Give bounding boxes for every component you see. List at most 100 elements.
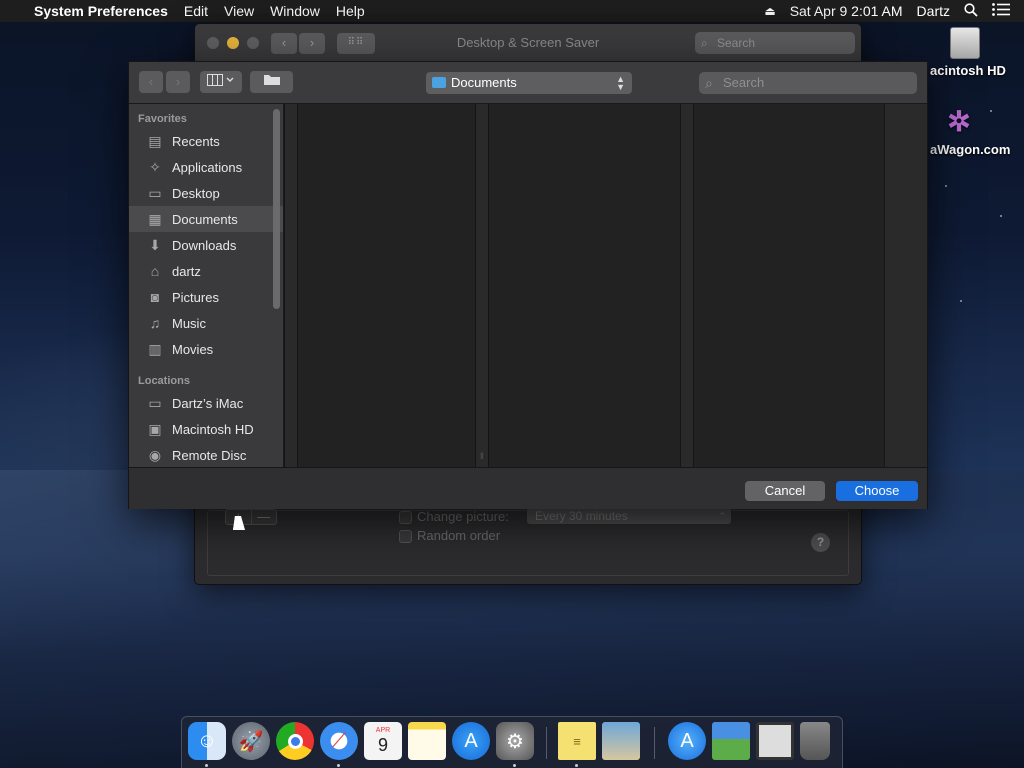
sidebar-item-label: Pictures <box>172 289 219 305</box>
calendar-month: APR <box>375 727 391 734</box>
sidebar-item-recents[interactable]: ▤ Recents <box>129 128 283 154</box>
sidebar-item-label: Dartz’s iMac <box>172 395 244 411</box>
menu-help[interactable]: Help <box>328 3 373 19</box>
sidebar-item-pictures[interactable]: ◙ Pictures <box>129 284 283 310</box>
help-button[interactable]: ? <box>811 533 830 552</box>
column-browser: ‖ <box>284 104 927 467</box>
imac-icon: ▭ <box>148 394 162 411</box>
hard-drive-icon <box>950 27 980 59</box>
sidebar-scrollbar[interactable] <box>273 109 280 309</box>
change-picture-checkbox[interactable] <box>399 511 412 524</box>
pref-search-input[interactable]: ⌕ Search <box>695 32 855 54</box>
menu-clock[interactable]: Sat Apr 9 2:01 AM <box>783 3 910 19</box>
dock-separator <box>654 727 655 759</box>
notes-icon[interactable] <box>408 722 446 760</box>
menu-edit[interactable]: Edit <box>176 3 216 19</box>
sidebar-item-home[interactable]: ⌂ dartz <box>129 258 283 284</box>
sidebar-item-imac[interactable]: ▭ Dartz’s iMac <box>129 390 283 416</box>
system-preferences-icon[interactable]: ⚙ <box>496 722 534 760</box>
eject-icon[interactable]: ⏏ <box>757 4 782 18</box>
desktop-icon: ▭ <box>148 184 162 201</box>
sidebar-item-label: Desktop <box>172 185 220 201</box>
desktop-icon-label: acintosh HD <box>930 63 1006 78</box>
menu-user[interactable]: Dartz <box>910 3 957 19</box>
search-placeholder: Search <box>717 36 756 50</box>
forward-button[interactable]: › <box>166 71 190 93</box>
hard-drive-icon: ▣ <box>148 420 162 437</box>
running-indicator <box>513 764 516 767</box>
stickies-icon[interactable]: ≡ <box>558 722 596 760</box>
browser-column <box>694 104 884 467</box>
menu-window[interactable]: Window <box>262 3 328 19</box>
cancel-button[interactable]: Cancel <box>745 481 825 501</box>
app-store-icon[interactable]: A <box>452 722 490 760</box>
favorites-header: Favorites <box>138 113 187 125</box>
sidebar-item-applications[interactable]: ✧ Applications <box>129 154 283 180</box>
view-mode-columns-icon[interactable] <box>200 71 242 93</box>
clock-icon: ▤ <box>148 132 162 149</box>
dock: ☺ 🚀 ⟋ APR 9 A ⚙ ≡ A <box>181 716 843 768</box>
wallpaper-star <box>945 185 947 187</box>
browser-column <box>489 104 680 467</box>
back-button[interactable]: ‹ <box>139 71 163 93</box>
launchpad-icon[interactable]: 🚀 <box>232 722 270 760</box>
current-folder-label: Documents <box>451 75 517 90</box>
search-placeholder: Search <box>723 75 765 90</box>
column-resize-grip-icon[interactable]: ‖ <box>480 451 484 461</box>
panel-sidebar: Favorites ▤ Recents ✧ Applications ▭ Des… <box>129 104 284 467</box>
folder-path-popup[interactable]: Documents ▲ ▼ <box>426 72 632 94</box>
wallpaper-star <box>1000 215 1002 217</box>
screen-icon[interactable] <box>756 722 794 760</box>
search-icon: ⌕ <box>701 36 708 50</box>
disc-icon: ◉ <box>148 446 162 463</box>
notification-center-icon[interactable] <box>985 3 1024 19</box>
column-divider[interactable] <box>680 104 694 467</box>
remove-folder-button[interactable]: — <box>250 510 277 524</box>
sidebar-item-downloads[interactable]: ⬇ Downloads <box>129 232 283 258</box>
documents-icon: ▦ <box>148 210 162 227</box>
chrome-icon[interactable] <box>276 722 314 760</box>
interval-select[interactable]: Every 30 minutes ⌃ <box>527 508 731 524</box>
column-divider[interactable]: ‖ <box>475 104 489 467</box>
sidebar-item-documents[interactable]: ▦ Documents <box>129 206 283 232</box>
new-folder-icon[interactable] <box>250 71 293 93</box>
browser-column <box>298 104 476 467</box>
choose-button[interactable]: Choose <box>836 481 918 501</box>
locations-header: Locations <box>138 375 190 387</box>
sidebar-item-remote-disc[interactable]: ◉ Remote Disc <box>129 442 283 467</box>
open-panel-dialog: ‹ › Documents ▲ ▼ ⌕ Search Favorites ▤ Re… <box>128 61 928 509</box>
film-icon: ▥ <box>148 340 162 357</box>
panel-toolbar: ‹ › Documents ▲ ▼ ⌕ Search <box>129 62 927 104</box>
sidebar-item-label: Music <box>172 315 206 331</box>
star-logo-icon: ✲ <box>947 106 971 137</box>
panel-search-input[interactable]: ⌕ Search <box>699 72 917 94</box>
home-icon: ⌂ <box>150 263 160 279</box>
column-divider[interactable] <box>884 104 927 467</box>
preview-icon[interactable] <box>602 722 640 760</box>
spotlight-search-icon[interactable] <box>957 2 985 20</box>
app-menu[interactable]: System Preferences <box>26 3 176 19</box>
sidebar-item-macintosh-hd[interactable]: ▣ Macintosh HD <box>129 416 283 442</box>
dock-separator <box>546 727 547 759</box>
sidebar-item-music[interactable]: ♫ Music <box>129 310 283 336</box>
random-order-label: Random order <box>417 528 501 543</box>
sidebar-item-movies[interactable]: ▥ Movies <box>129 336 283 362</box>
desktop-icon-macintosh-hd[interactable]: acintosh HD <box>930 27 1024 78</box>
sidebar-item-label: Remote Disc <box>172 447 247 463</box>
random-order-checkbox[interactable] <box>399 530 412 543</box>
finder-icon[interactable]: ☺ <box>188 722 226 760</box>
desktop-icon-wagon[interactable]: ✲ aWagon.com <box>930 106 1024 157</box>
search-icon: ⌕ <box>705 75 713 91</box>
calendar-icon[interactable]: APR 9 <box>364 722 402 760</box>
menu-view[interactable]: View <box>216 3 262 19</box>
change-picture-label: Change picture: <box>417 509 509 524</box>
applications-icon: ✧ <box>149 158 161 175</box>
column-divider[interactable] <box>284 104 298 467</box>
sidebar-item-label: Movies <box>172 341 214 357</box>
sidebar-item-desktop[interactable]: ▭ Desktop <box>129 180 283 206</box>
trash-icon[interactable] <box>800 722 830 760</box>
add-remove-control: + — <box>225 509 277 525</box>
desktop-image-icon[interactable] <box>712 722 750 760</box>
safari-icon[interactable]: ⟋ <box>320 722 358 760</box>
app-store-folder-icon[interactable]: A <box>668 722 706 760</box>
